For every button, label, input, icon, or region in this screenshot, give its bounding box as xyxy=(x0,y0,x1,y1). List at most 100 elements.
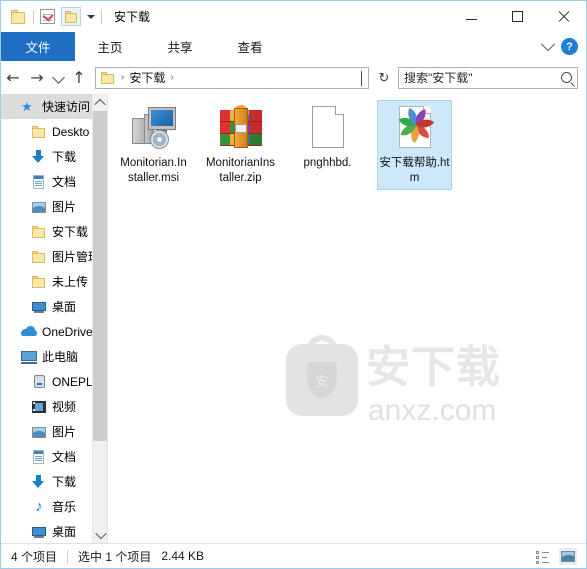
window-title: 安下载 xyxy=(114,10,151,24)
file-item-zip[interactable]: MonitorianInstaller.zip xyxy=(203,100,278,190)
forward-button[interactable]: → xyxy=(25,66,49,90)
sidebar-item-label: 安下载 xyxy=(52,224,89,239)
sidebar-item-label: OneDrive xyxy=(42,324,93,339)
thumbnails-view-button[interactable] xyxy=(559,547,577,565)
tab-file[interactable]: 文件 xyxy=(1,32,75,61)
sidebar-item-label: 下载 xyxy=(52,149,77,164)
up-arrow-icon: ↑ xyxy=(72,67,86,87)
tab-view[interactable]: 查看 xyxy=(215,32,285,61)
address-path-box[interactable]: › 安下载 › xyxy=(95,66,369,89)
file-name: Monitorian.Installer.msi xyxy=(120,157,187,184)
picture-icon xyxy=(31,424,47,440)
selection-size-label: 2.44 KB xyxy=(161,549,205,563)
file-list-pane[interactable]: Monitorian.Installer.msi MonitorianInsta… xyxy=(107,94,586,543)
scroll-up-button[interactable] xyxy=(93,94,107,111)
sidebar-item-label: 快速访问 xyxy=(42,99,91,114)
explorer-body: ★快速访问Deskto◂下载◂文档◂图片◂安下载图片管理器未上传桌面OneDri… xyxy=(1,94,586,543)
tab-share[interactable]: 共享 xyxy=(145,32,215,61)
customize-caret-icon[interactable] xyxy=(87,14,95,19)
sidebar-item-label: 桌面 xyxy=(52,524,77,539)
search-input[interactable]: 搜索"安下载" xyxy=(404,69,561,86)
forward-arrow-icon: → xyxy=(30,67,44,87)
address-bar: ← → ↑ › 安下载 › ↻ 搜索"安下载" xyxy=(1,61,586,94)
tab-home[interactable]: 主页 xyxy=(75,32,145,61)
status-bar: 4 个项目 选中 1 个项目 2.44 KB xyxy=(1,543,586,568)
help-icon[interactable]: ? xyxy=(561,38,578,55)
back-arrow-icon: ← xyxy=(6,67,20,87)
sidebar-item-label: 音乐 xyxy=(52,499,77,514)
document-icon xyxy=(31,449,47,465)
download-icon xyxy=(31,474,47,490)
new-folder-icon[interactable] xyxy=(61,7,81,26)
cloud-icon xyxy=(21,324,37,340)
recent-locations-button[interactable] xyxy=(49,66,67,90)
sidebar-item-label: 视频 xyxy=(52,399,77,414)
file-name: pnghhbd. xyxy=(303,157,352,169)
quick-access-toolbar: 安下载 xyxy=(1,7,150,26)
star-pin-icon: ★ xyxy=(21,98,33,114)
file-name: 安下载帮助.htm xyxy=(379,157,450,184)
folder-icon[interactable] xyxy=(11,9,27,24)
maximize-button[interactable] xyxy=(494,1,540,32)
folder-icon xyxy=(31,249,47,265)
sidebar-item-label: Deskto xyxy=(52,124,90,139)
pc-icon xyxy=(21,349,37,365)
sidebar-item-label: 图片 xyxy=(52,424,77,439)
watermark-bag-icon: 安 xyxy=(286,335,358,416)
breadcrumb-separator-2: › xyxy=(170,72,174,83)
minimize-button[interactable] xyxy=(448,1,494,32)
details-view-button[interactable] xyxy=(534,548,552,565)
video-icon xyxy=(31,399,47,415)
ribbon-right-controls: ? xyxy=(540,32,586,61)
toolbar-divider-2 xyxy=(101,9,102,24)
desktop-icon xyxy=(31,299,47,315)
search-box[interactable]: 搜索"安下载" xyxy=(398,66,578,89)
pinwheel-glyph xyxy=(398,107,434,144)
blank-file-icon xyxy=(304,104,352,152)
folder-icon xyxy=(31,274,47,290)
breadcrumb-item[interactable]: 安下载 xyxy=(127,69,167,86)
file-grid: Monitorian.Installer.msi MonitorianInsta… xyxy=(116,100,464,190)
scroll-down-button[interactable] xyxy=(93,526,107,543)
watermark-badge-char: 安 xyxy=(307,362,337,398)
status-divider xyxy=(67,549,69,563)
address-dropdown-button[interactable] xyxy=(361,70,362,86)
back-button[interactable]: ← xyxy=(1,66,25,90)
window-controls xyxy=(448,1,586,32)
folder-icon xyxy=(31,224,47,240)
file-item-msi[interactable]: Monitorian.Installer.msi xyxy=(116,100,191,190)
sidebar-item-label: 未上传 xyxy=(52,274,89,289)
sidebar-scrollbar[interactable] xyxy=(92,94,107,543)
sidebar-item-label: 图片 xyxy=(52,199,77,214)
selection-label: 选中 1 个项目 xyxy=(78,549,152,564)
scrollbar-thumb[interactable] xyxy=(93,111,107,441)
file-item-png[interactable]: pnghhbd. xyxy=(290,100,365,190)
toolbar-divider xyxy=(33,9,34,24)
chevron-down-icon[interactable] xyxy=(540,36,556,51)
chevron-down-icon xyxy=(51,71,65,84)
refresh-button[interactable]: ↻ xyxy=(374,67,394,89)
close-button[interactable] xyxy=(540,1,586,32)
watermark: 安 安下载 anxz.com xyxy=(286,335,526,434)
title-bar: 安下载 xyxy=(1,1,586,32)
refresh-icon: ↻ xyxy=(378,69,390,85)
sidebar-item-label: 文档 xyxy=(52,449,77,464)
folder-icon xyxy=(100,70,116,86)
watermark-url-text: anxz.com xyxy=(368,394,497,427)
phone-icon xyxy=(31,374,47,390)
sidebar-item-label: 下载 xyxy=(52,474,77,489)
sidebar-item-label: 文档 xyxy=(52,174,77,189)
download-icon xyxy=(31,149,47,165)
properties-icon[interactable] xyxy=(40,9,55,24)
folder-icon xyxy=(31,124,47,140)
file-item-htm[interactable]: 安下载帮助.htm xyxy=(377,100,452,190)
html-file-icon xyxy=(391,104,439,152)
navigation-pane: ★快速访问Deskto◂下载◂文档◂图片◂安下载图片管理器未上传桌面OneDri… xyxy=(1,94,107,543)
desktop-icon xyxy=(31,524,47,540)
ribbon-tab-bar: 文件 主页 共享 查看 ? xyxy=(1,32,586,62)
search-icon xyxy=(561,72,572,83)
msi-installer-icon xyxy=(130,104,178,152)
file-explorer-window: 安下载 文件 主页 共享 查看 ? ← → ↑ › 安下载 › ↻ 搜索"安下载… xyxy=(0,0,587,569)
up-button[interactable]: ↑ xyxy=(67,66,91,90)
status-text-group: 4 个项目 选中 1 个项目 2.44 KB xyxy=(1,548,204,565)
